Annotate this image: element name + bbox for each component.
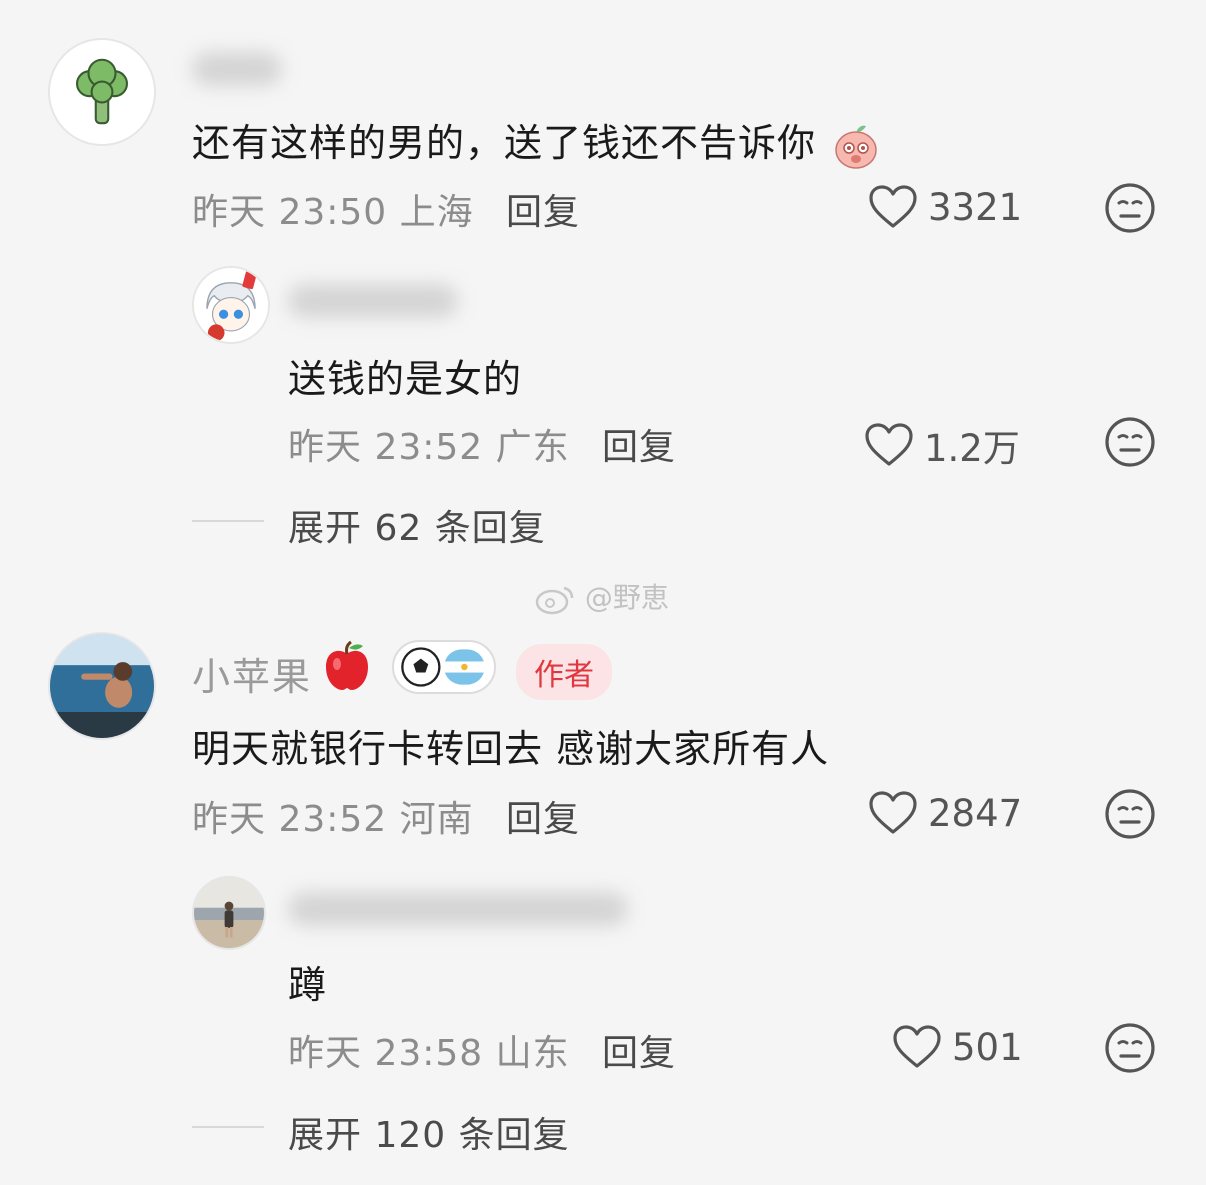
avatar[interactable] [192,266,270,344]
nickname[interactable]: 小苹果 [192,646,312,701]
avatar[interactable] [48,38,156,146]
meh-face-icon[interactable] [1104,416,1156,468]
heart-icon [869,791,917,834]
reply-button[interactable]: 回复 [506,183,580,235]
like-count: 3321 [928,185,1023,229]
like-count: 2847 [928,791,1023,835]
reply-button[interactable]: 回复 [602,1024,676,1076]
heart-icon [893,1025,941,1068]
expand-replies-button[interactable]: 展开 62 条回复 [288,499,546,551]
like-count: 1.2万 [924,427,1020,470]
heart-icon [869,185,917,228]
like-button[interactable]: 2847 [868,790,1022,836]
avatar[interactable] [192,876,266,950]
fan-badge[interactable] [392,640,496,694]
broccoli-icon [50,40,154,144]
beach-photo-avatar [50,634,154,738]
divider [192,520,264,522]
peach-shy-emoji-icon [831,121,881,171]
meh-face-icon[interactable] [1104,1022,1156,1074]
blurred-nickname[interactable] [192,52,282,86]
comment-text: 还有这样的男的，送了钱还不告诉你 [192,112,881,171]
blurred-nickname[interactable] [288,892,628,926]
like-count: 501 [952,1025,1023,1069]
avatar[interactable] [48,632,156,740]
comment-meta: 昨天 23:50 上海 [192,192,474,233]
watermark: @野恵 [534,576,669,616]
meh-face-icon[interactable] [1104,788,1156,840]
heart-icon [865,423,913,466]
apple-icon [320,640,374,694]
reply-button[interactable]: 回复 [506,790,580,842]
meh-face-icon[interactable] [1104,182,1156,234]
divider [192,1126,264,1128]
anime-boy-red-card-icon [194,268,268,342]
reply-meta: 昨天 23:52 广东 [288,427,570,468]
reply-meta: 昨天 23:58 山东 [288,1033,570,1074]
comment-meta: 昨天 23:52 河南 [192,799,474,840]
like-button[interactable]: 501 [892,1024,1023,1070]
like-button[interactable]: 3321 [868,184,1022,230]
reply-text: 蹲 [288,963,328,1007]
reply-button[interactable]: 回复 [602,418,676,470]
expand-replies-button[interactable]: 展开 120 条回复 [288,1106,570,1158]
author-badge: 作者 [516,644,612,700]
reply-text: 送钱的是女的 [288,357,523,401]
like-button[interactable]: 1.2万 [864,418,1020,472]
weibo-icon [534,582,576,616]
football-argentina-flag-icon [401,647,485,687]
seaside-photo-avatar [194,878,264,948]
blurred-nickname[interactable] [288,284,458,318]
comment-text: 明天就银行卡转回去 感谢大家所有人 [192,727,830,771]
